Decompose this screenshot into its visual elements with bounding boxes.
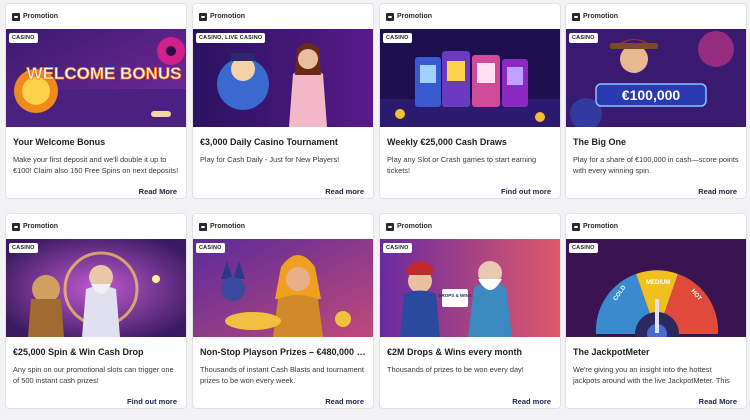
promo-banner-image[interactable]: CASINO bbox=[193, 239, 373, 337]
card-body: €2M Drops & Wins every month Thousands o… bbox=[380, 337, 560, 408]
card-body: €3,000 Daily Casino Tournament Play for … bbox=[193, 127, 373, 198]
promo-card-cash-draws[interactable]: Promotion CASINO Weekly €25,000 Cash Dra… bbox=[379, 3, 561, 199]
promo-description: Play any Slot or Crash games to start ea… bbox=[387, 155, 537, 175]
read-more-link[interactable]: Read more bbox=[325, 397, 364, 406]
promotion-icon bbox=[572, 222, 580, 231]
card-body: The Big One Play for a share of €100,000… bbox=[566, 127, 746, 198]
promo-description: Play for a share of €100,000 in cash—sco… bbox=[573, 155, 739, 175]
promotion-label: Promotion bbox=[397, 223, 432, 230]
read-more-link[interactable]: Read more bbox=[698, 187, 737, 196]
category-tag: CASINO bbox=[9, 243, 38, 253]
card-body: Non-Stop Playson Prizes – €480,000 a m..… bbox=[193, 337, 373, 408]
card-body: The JackpotMeter We're giving you an ins… bbox=[566, 337, 746, 408]
promotion-icon bbox=[572, 12, 580, 21]
tournament-art bbox=[193, 29, 373, 127]
promo-description: Thousands of instant Cash Blasts and tou… bbox=[200, 365, 364, 385]
promotions-grid: Promotion WELCOME BONUS CASINO Your Welc… bbox=[0, 0, 750, 420]
read-more-link[interactable]: Read More bbox=[699, 397, 737, 406]
promo-card-drops-wins[interactable]: Promotion DROPS & WINS CASINO €2M Drops … bbox=[379, 213, 561, 409]
find-out-more-link[interactable]: Find out more bbox=[127, 397, 177, 406]
promo-banner-image[interactable]: COLD MEDIUM HOT CASINO bbox=[566, 239, 746, 337]
promo-description: Play for Cash Daily - Just for New Playe… bbox=[200, 155, 340, 164]
promotion-icon bbox=[386, 12, 394, 21]
promo-banner-image[interactable]: €100,000 CASINO bbox=[566, 29, 746, 127]
promotion-label: Promotion bbox=[23, 223, 58, 230]
card-body: €25,000 Spin & Win Cash Drop Any spin on… bbox=[6, 337, 186, 408]
jackpotmeter-art: COLD MEDIUM HOT bbox=[566, 239, 746, 337]
promotion-icon bbox=[199, 222, 207, 231]
promotion-icon bbox=[12, 222, 20, 231]
promotion-label: Promotion bbox=[583, 223, 618, 230]
card-body: Weekly €25,000 Cash Draws Play any Slot … bbox=[380, 127, 560, 198]
drops-wins-logo: DROPS & WINS bbox=[438, 293, 472, 298]
read-more-link[interactable]: Read More bbox=[139, 187, 177, 196]
promo-card-spin-win[interactable]: Promotion CASINO €25,000 Spin & Win Cash… bbox=[5, 213, 187, 409]
promo-title: Non-Stop Playson Prizes – €480,000 a m..… bbox=[200, 347, 366, 357]
promotion-icon bbox=[199, 12, 207, 21]
drops-wins-art: DROPS & WINS bbox=[380, 239, 560, 337]
promo-banner-image[interactable]: WELCOME BONUS CASINO bbox=[6, 29, 186, 127]
promotion-label: Promotion bbox=[23, 13, 58, 20]
big-one-art: €100,000 bbox=[566, 29, 746, 127]
card-header: Promotion bbox=[380, 214, 560, 239]
promo-banner-image[interactable]: CASINO bbox=[6, 239, 186, 337]
category-tag: CASINO, LIVE CASINO bbox=[196, 33, 266, 43]
promo-description: We're giving you an insight into the hot… bbox=[573, 365, 730, 385]
playson-art bbox=[193, 239, 373, 337]
promotion-icon bbox=[12, 12, 20, 21]
promotion-label: Promotion bbox=[210, 223, 245, 230]
card-header: Promotion bbox=[6, 4, 186, 29]
promotion-label: Promotion bbox=[397, 13, 432, 20]
promo-description: Make your first deposit and we'll double… bbox=[13, 155, 179, 175]
card-header: Promotion bbox=[193, 214, 373, 239]
promo-card-jackpotmeter[interactable]: Promotion COLD MEDIUM HOT CASINO The Jac… bbox=[565, 213, 747, 409]
promo-title: Weekly €25,000 Cash Draws bbox=[387, 137, 507, 147]
promo-title: €2M Drops & Wins every month bbox=[387, 347, 522, 357]
gauge-label-medium: MEDIUM bbox=[646, 280, 670, 286]
promo-banner-image[interactable]: DROPS & WINS CASINO bbox=[380, 239, 560, 337]
promo-title: The Big One bbox=[573, 137, 627, 147]
card-header: Promotion bbox=[6, 214, 186, 239]
banner-prize-amount: €100,000 bbox=[622, 87, 681, 103]
promotion-icon bbox=[386, 222, 394, 231]
promo-title: Your Welcome Bonus bbox=[13, 137, 106, 147]
category-tag: CASINO bbox=[196, 243, 225, 253]
promo-card-big-one[interactable]: Promotion €100,000 CASINO The Big One Pl… bbox=[565, 3, 747, 199]
promo-card-daily-tournament[interactable]: Promotion CASINO, LIVE CASINO €3,000 Dai… bbox=[192, 3, 374, 199]
category-tag: CASINO bbox=[383, 33, 412, 43]
card-header: Promotion bbox=[566, 214, 746, 239]
card-header: Promotion bbox=[193, 4, 373, 29]
promo-banner-image[interactable]: CASINO bbox=[380, 29, 560, 127]
category-tag: CASINO bbox=[569, 33, 598, 43]
slot-machines-art bbox=[380, 29, 560, 127]
promo-description: Thousands of prizes to be won every day! bbox=[387, 365, 524, 374]
promo-title: €25,000 Spin & Win Cash Drop bbox=[13, 347, 144, 357]
spin-win-art bbox=[6, 239, 186, 337]
category-tag: CASINO bbox=[569, 243, 598, 253]
find-out-more-link[interactable]: Find out more bbox=[501, 187, 551, 196]
promo-description: Any spin on our promotional slots can tr… bbox=[13, 365, 174, 385]
welcome-bonus-art: WELCOME BONUS bbox=[6, 29, 186, 127]
read-more-link[interactable]: Read more bbox=[325, 187, 364, 196]
banner-headline: WELCOME BONUS bbox=[27, 64, 182, 83]
read-more-link[interactable]: Read more bbox=[512, 397, 551, 406]
card-header: Promotion bbox=[566, 4, 746, 29]
promotion-label: Promotion bbox=[210, 13, 245, 20]
promo-title: The JackpotMeter bbox=[573, 347, 650, 357]
card-body: Your Welcome Bonus Make your first depos… bbox=[6, 127, 186, 198]
category-tag: CASINO bbox=[383, 243, 412, 253]
promotion-label: Promotion bbox=[583, 13, 618, 20]
promo-card-welcome-bonus[interactable]: Promotion WELCOME BONUS CASINO Your Welc… bbox=[5, 3, 187, 199]
promo-banner-image[interactable]: CASINO, LIVE CASINO bbox=[193, 29, 373, 127]
card-header: Promotion bbox=[380, 4, 560, 29]
category-tag: CASINO bbox=[9, 33, 38, 43]
promo-card-playson-prizes[interactable]: Promotion CASINO Non-Stop Playson Prizes… bbox=[192, 213, 374, 409]
promo-title: €3,000 Daily Casino Tournament bbox=[200, 137, 338, 147]
